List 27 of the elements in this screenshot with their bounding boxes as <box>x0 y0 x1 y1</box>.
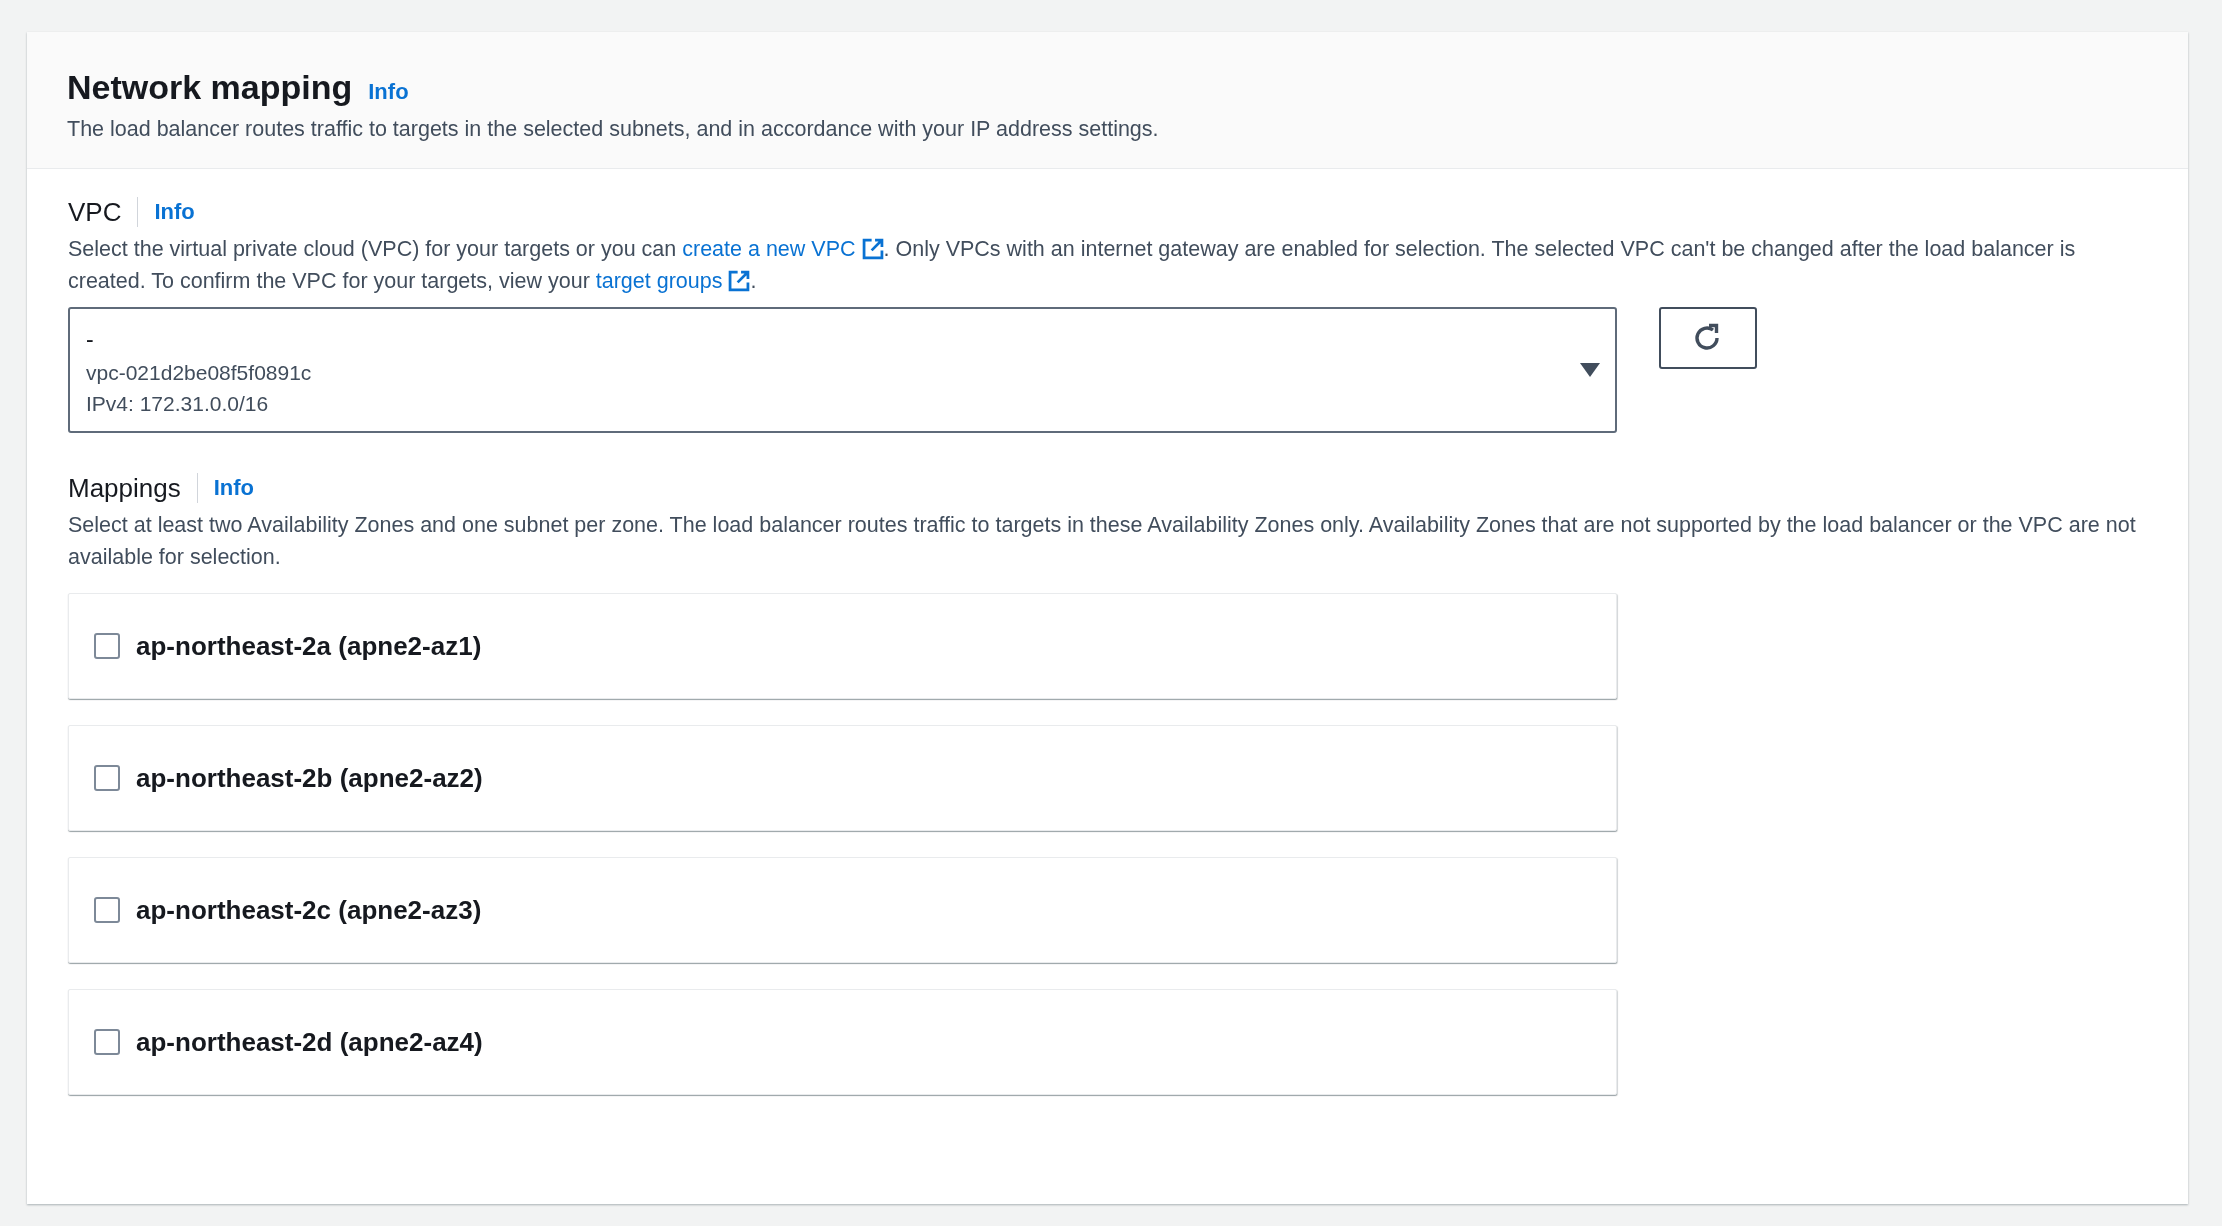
zone-label: ap-northeast-2c (apne2-az3) <box>136 894 482 926</box>
info-link[interactable]: Info <box>368 79 409 105</box>
external-link-icon <box>728 270 751 292</box>
description-text: Select the virtual private cloud (VPC) for your targets or you can create a new VPC . Only VPCs with an internet gateway are enabled for selection. The selected VPC can't be changed after the load balancer is created. To confirm the VPC for your targets, view your target groups . <box>68 236 2077 295</box>
zone-label: ap-northeast-2b (apne2-az2) <box>136 762 483 794</box>
vpc-cidr: IPv4: 172.31.0.0/16 <box>86 391 270 417</box>
section-description: The load balancer routes traffic to targets in the selected subnets, and in accordance with your IP address settings. <box>67 117 1160 142</box>
checkbox[interactable] <box>94 897 120 923</box>
checkbox[interactable] <box>94 765 120 791</box>
checkbox[interactable] <box>94 1029 120 1055</box>
section-title: Network mapping <box>67 68 353 107</box>
selected-value: - <box>86 325 95 354</box>
field-label: VPC <box>68 197 139 227</box>
zone-label: ap-northeast-2a (apne2-az1) <box>136 630 482 662</box>
zone-label: ap-northeast-2d (apne2-az4) <box>136 1026 483 1058</box>
external-link[interactable]: target groups <box>595 269 751 293</box>
external-link[interactable]: create a new VPC <box>682 237 884 261</box>
info-link[interactable]: Info <box>213 475 255 501</box>
info-link[interactable]: Info <box>154 199 195 225</box>
caret-down-icon <box>1579 362 1601 378</box>
refresh-button[interactable] <box>1659 307 1757 369</box>
vpc-select[interactable]: - vpc-021d2be08f5f0891c IPv4: 172.31.0.0/16 <box>68 307 1617 433</box>
checkbox[interactable] <box>94 633 120 659</box>
description-text: Select at least two Availability Zones and one subnet per zone. The load balancer routes traffic to targets in these Availability Zones only. Availability Zones that are not supported by the load balancer or the VPC are not available for selection. <box>68 512 2137 571</box>
external-link-icon <box>861 238 884 260</box>
field-label: Mappings <box>68 473 198 503</box>
vpc-id: vpc-021d2be08f5f0891c <box>86 360 313 386</box>
